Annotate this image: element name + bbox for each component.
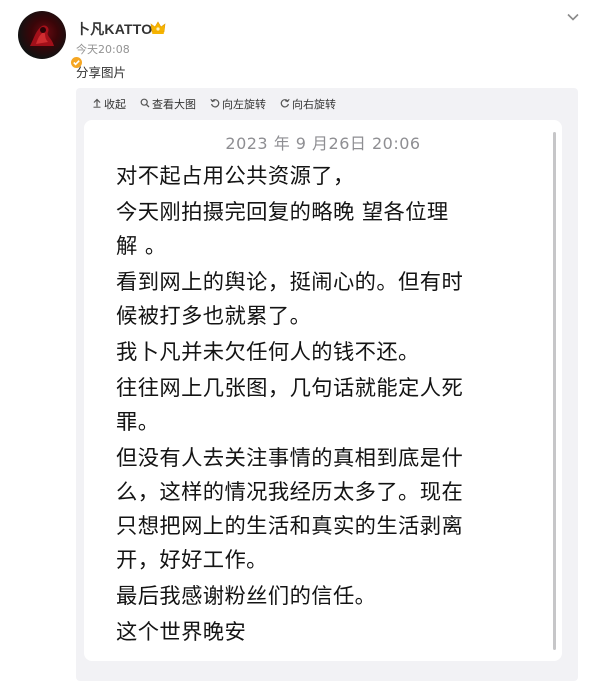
rotate-right-label: 向右旋转: [292, 98, 336, 111]
shared-image[interactable]: 2023 年 9 月26日 20:06 对不起占用公共资源了， 今天刚拍摄完回复…: [84, 120, 562, 661]
note-line: 往往网上几张图，几句话就能定人死: [116, 376, 464, 401]
rotate-left-button[interactable]: 向左旋转: [210, 96, 266, 112]
vip-crown-icon[interactable]: [150, 20, 166, 39]
username[interactable]: 卜凡KATTO: [76, 19, 152, 39]
note-line: 解 。: [116, 234, 167, 259]
weibo-post: 卜凡KATTO 今天20:08 分享图片 收起 查看大图 向左旋转 向右旋转 2…: [0, 0, 600, 690]
rotate-left-label: 向左旋转: [222, 98, 266, 111]
rotate-right-button[interactable]: 向右旋转: [280, 96, 336, 112]
note-date: 2023 年 9 月26日 20:06: [225, 134, 421, 153]
note-line: 对不起占用公共资源了，: [116, 164, 355, 189]
media-viewer: 收起 查看大图 向左旋转 向右旋转 2023 年 9 月26日 20:06 对不…: [76, 88, 578, 681]
collapse-label: 收起: [104, 98, 126, 111]
note-line: 只想把网上的生活和真实的生活剥离: [116, 514, 464, 539]
arrow-up-icon: [92, 98, 102, 111]
note-line: 最后我感谢粉丝们的信任。: [116, 584, 377, 609]
note-scrollbar: [553, 132, 556, 650]
note-line: 今天刚拍摄完回复的略晚 望各位理: [116, 200, 449, 225]
note-line: 罪。: [116, 410, 160, 435]
note-body: 对不起占用公共资源了， 今天刚拍摄完回复的略晚 望各位理 解 。 看到网上的舆论…: [116, 160, 546, 650]
avatar[interactable]: [18, 11, 84, 70]
note-line: 看到网上的舆论，挺闹心的。但有时: [116, 270, 464, 295]
note-line: 么，这样的情况我经历太多了。现在: [116, 480, 464, 505]
media-toolbar: 收起 查看大图 向左旋转 向右旋转: [92, 96, 350, 112]
note-line: 但没有人去关注事情的真相到底是什: [116, 446, 464, 471]
collapse-button[interactable]: 收起: [92, 96, 126, 112]
note-line: 我卜凡并未欠任何人的钱不还。: [116, 340, 420, 365]
rotate-right-icon: [280, 98, 290, 111]
view-large-button[interactable]: 查看大图: [140, 96, 196, 112]
post-text: 分享图片: [76, 65, 127, 80]
view-large-label: 查看大图: [152, 98, 196, 111]
note-line: 这个世界晚安: [116, 620, 247, 645]
avatar-art: [30, 25, 54, 46]
note-line: 开，好好工作。: [116, 548, 268, 573]
chevron-down-icon[interactable]: [566, 9, 580, 28]
note-line: 候被打多也就累了。: [116, 304, 312, 329]
rotate-left-icon: [210, 98, 220, 111]
magnifier-icon: [140, 98, 150, 111]
post-timestamp[interactable]: 今天20:08: [76, 41, 130, 57]
